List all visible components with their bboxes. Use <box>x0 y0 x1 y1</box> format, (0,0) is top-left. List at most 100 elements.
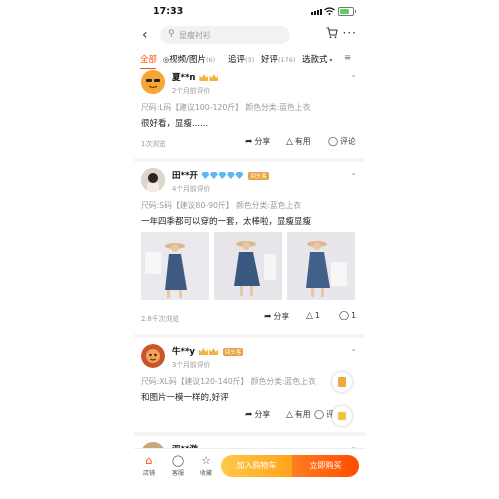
tab-count: (176) <box>278 56 296 64</box>
reviewer-name: 田**开 回头客 <box>172 169 269 181</box>
buy-now-button[interactable]: 立即购买 <box>292 455 359 477</box>
review-card: 夏**n 2个月前评价 ⌄ 尺码:L码【建议100-120斤】 颜色分类:蓝色上… <box>134 68 365 158</box>
chevron-down-icon[interactable]: ⌄ <box>350 70 357 79</box>
review-card: 牛**y 回头客 3个月前评价 ⌄ 尺码:XL码【建议120-140斤】 颜色分… <box>134 342 365 432</box>
share-button[interactable]: ➦ 分享 <box>245 409 270 420</box>
avatar[interactable] <box>141 70 165 94</box>
search-placeholder: 显瘦衬衫 <box>179 31 211 40</box>
tab-follow-up[interactable]: 追评(3) <box>228 53 254 65</box>
favorite-button[interactable]: ☆ 收藏 <box>194 454 218 477</box>
chat-icon: ◯ <box>171 454 185 467</box>
shop-button[interactable]: ⌂ 店铺 <box>137 454 161 477</box>
wifi-icon <box>324 7 335 15</box>
useful-count: 1 <box>314 311 320 320</box>
view-count: 2.8千次浏览 <box>141 315 179 323</box>
top-navigation: ‹ ⚲ 显瘦衬衫 ··· <box>134 24 365 46</box>
avatar[interactable] <box>141 344 165 368</box>
crown-badge-icon <box>209 74 219 81</box>
share-icon: ➦ <box>245 410 253 420</box>
share-label: 分享 <box>273 312 290 321</box>
reviewer-name-text: 牛**y <box>172 347 195 357</box>
review-spec: 尺码:S码【建议80-90斤】 颜色分类:蓝色上衣 <box>141 201 302 210</box>
more-options-icon[interactable]: ··· <box>343 26 357 40</box>
diamond-badge-icon <box>209 172 218 179</box>
favorite-label: 收藏 <box>199 470 212 477</box>
comment-icon: ◯ <box>339 311 350 321</box>
share-icon: ➦ <box>245 137 253 147</box>
returning-customer-tag: 回头客 <box>248 171 269 180</box>
useful-button[interactable]: △ 有用 <box>286 136 311 147</box>
tab-label: 全部 <box>140 55 158 65</box>
diamond-badge-icon <box>201 172 210 179</box>
review-spec: 尺码:L码【建议100-120斤】 颜色分类:蓝色上衣 <box>141 103 311 112</box>
review-date: 3个月前评价 <box>172 361 211 369</box>
share-label: 分享 <box>254 137 271 146</box>
search-icon: ⚲ <box>168 29 175 39</box>
thumbs-up-icon: △ <box>306 311 313 321</box>
note-icon <box>338 377 346 387</box>
tab-positive[interactable]: 好评(176) <box>261 53 296 65</box>
reviewer-name-text: 田**开 <box>172 171 198 181</box>
reviewer-name: 夏**n <box>172 71 219 83</box>
star-icon: ☆ <box>201 454 211 467</box>
chevron-down-icon[interactable]: ⌄ <box>350 344 357 353</box>
review-filter-tabs: 全部 ◎视频/图片(6) 追评(3) 好评(176) 选款式 ▾ ≡ <box>134 50 365 69</box>
view-count: 1次浏览 <box>141 140 166 148</box>
tab-video-photo[interactable]: ◎视频/图片(6) <box>163 53 215 65</box>
divider <box>134 158 365 162</box>
useful-button[interactable]: △ 1 <box>306 311 320 321</box>
review-date: 4个月前评价 <box>172 185 211 193</box>
cart-icon[interactable] <box>326 27 338 39</box>
crown-badge-icon <box>208 348 218 355</box>
reviewer-name-text: 夏**n <box>172 73 196 83</box>
review-date: 2个月前评价 <box>172 87 211 95</box>
divider <box>134 334 365 338</box>
battery-icon <box>338 7 356 16</box>
shop-label: 店铺 <box>142 470 155 477</box>
share-button[interactable]: ➦ 分享 <box>264 311 289 322</box>
comment-label: 评论 <box>340 137 356 146</box>
diamond-badge-icon <box>235 172 244 179</box>
crown-badge-icon <box>199 74 209 81</box>
phone-screen: 17:33 ‹ ⚲ 显瘦衬衫 ··· 全部 ◎视频/图片(6) 追评(3) 好评… <box>134 0 365 499</box>
thumbs-up-icon: △ <box>286 410 293 420</box>
crown-badge-icon <box>198 348 208 355</box>
divider <box>134 432 365 436</box>
floating-note-button[interactable] <box>332 372 352 392</box>
share-icon: ➦ <box>264 312 272 322</box>
comment-icon: ◯ <box>328 137 339 147</box>
useful-label: 有用 <box>294 410 311 419</box>
useful-button[interactable]: △ 有用 <box>286 409 311 420</box>
comment-icon: ◯ <box>314 410 325 420</box>
comment-button[interactable]: ◯ 1 <box>339 311 356 321</box>
tab-all[interactable]: 全部 <box>140 53 158 69</box>
search-input[interactable]: ⚲ 显瘦衬衫 <box>160 26 290 44</box>
tab-count: (3) <box>245 56 255 64</box>
review-text: 和图片一模一样的,好评 <box>141 393 229 403</box>
status-bar: 17:33 <box>134 0 365 24</box>
thumbs-up-icon: △ <box>286 137 293 147</box>
service-label: 客服 <box>171 470 184 477</box>
back-arrow-icon[interactable]: ‹ <box>142 27 148 43</box>
review-photo[interactable] <box>214 232 282 300</box>
avatar[interactable] <box>141 168 165 192</box>
review-spec: 尺码:XL码【建议120-140斤】 颜色分类:蓝色上衣 <box>141 377 316 386</box>
comment-button[interactable]: ◯评论 <box>328 136 356 147</box>
filter-list-icon[interactable]: ≡ <box>344 53 351 63</box>
customer-service-button[interactable]: ◯ 客服 <box>166 454 190 477</box>
bottom-action-bar: ⌂ 店铺 ◯ 客服 ☆ 收藏 加入购物车 立即购买 <box>134 448 365 499</box>
review-photo[interactable] <box>287 232 355 300</box>
share-button[interactable]: ➦ 分享 <box>245 136 270 147</box>
useful-label: 有用 <box>294 137 311 146</box>
shop-icon: ⌂ <box>145 454 153 467</box>
review-photo[interactable] <box>141 232 209 300</box>
diamond-badge-icon <box>218 172 227 179</box>
chevron-down-icon[interactable]: ⌄ <box>350 168 357 177</box>
share-label: 分享 <box>254 410 271 419</box>
add-to-cart-button[interactable]: 加入购物车 <box>221 455 292 477</box>
diamond-badge-icon <box>226 172 235 179</box>
tab-count: (6) <box>205 56 216 64</box>
tab-label: 视频/图片 <box>169 55 206 65</box>
floating-coupon-button[interactable] <box>332 406 352 426</box>
tab-select-style[interactable]: 选款式 ▾ <box>302 53 332 65</box>
